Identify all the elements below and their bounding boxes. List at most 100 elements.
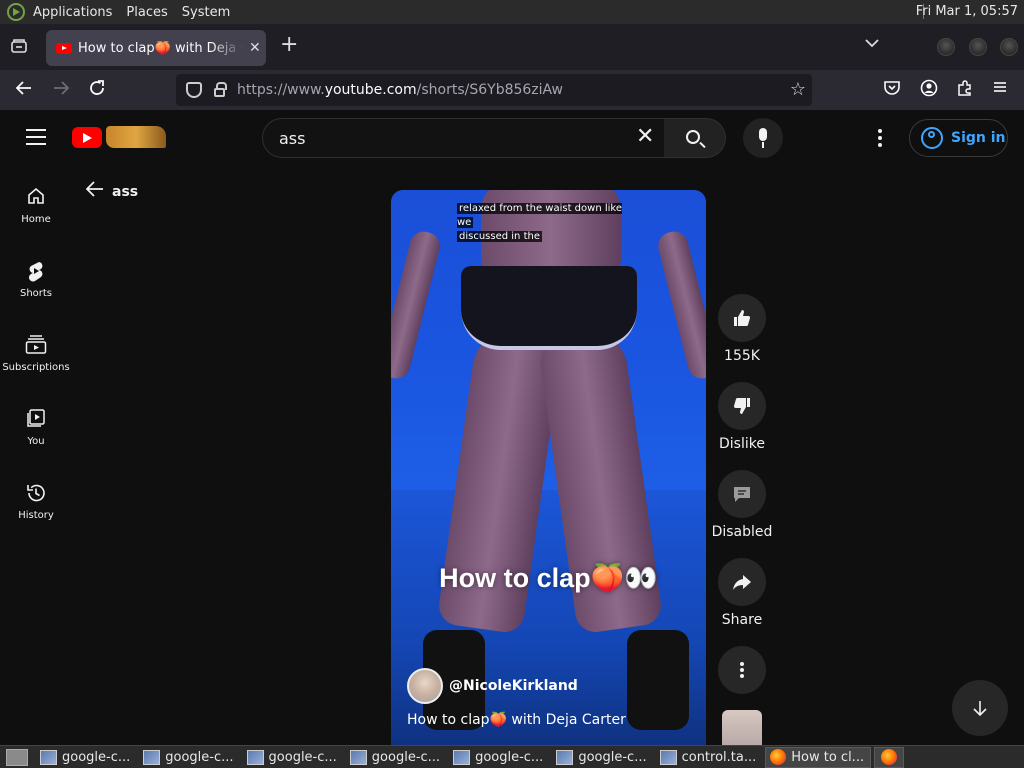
settings-more-icon[interactable] bbox=[878, 129, 882, 147]
site-security-lock-icon[interactable] bbox=[214, 82, 227, 97]
window-icon bbox=[556, 749, 574, 765]
more-vert-icon[interactable] bbox=[718, 646, 766, 694]
channel-link[interactable]: @NicoleKirkland bbox=[407, 668, 578, 704]
active-browser-tab[interactable]: How to clap🍑 with Deja Carter ✕ bbox=[46, 30, 266, 66]
gnome-foot-icon[interactable] bbox=[7, 3, 25, 21]
taskbar-window-button[interactable]: google-c... bbox=[552, 747, 652, 768]
dislike-button[interactable]: Dislike bbox=[718, 382, 766, 452]
close-tab-icon[interactable]: ✕ bbox=[249, 40, 261, 56]
sign-in-label: Sign in bbox=[951, 130, 1006, 146]
guide-item-history[interactable]: History bbox=[0, 482, 72, 521]
extensions-icon[interactable] bbox=[956, 79, 974, 102]
url-bar[interactable]: https://www.youtube.com/shorts/S6Yb856zi… bbox=[176, 74, 812, 106]
more-actions-button[interactable] bbox=[718, 646, 766, 694]
reload-icon[interactable] bbox=[88, 79, 106, 102]
video-figure-shorts bbox=[461, 266, 637, 350]
firefox-icon bbox=[881, 749, 898, 765]
subscriptions-icon bbox=[25, 334, 47, 354]
thumbs-up-icon[interactable] bbox=[718, 294, 766, 342]
new-tab-plus-icon[interactable]: + bbox=[280, 32, 298, 57]
youtube-favicon-icon bbox=[56, 42, 72, 54]
youtube-doodle-logo[interactable] bbox=[106, 126, 166, 148]
share-button[interactable]: Share bbox=[718, 558, 766, 628]
list-all-tabs-chevron-icon[interactable] bbox=[865, 36, 879, 52]
tab-title: How to clap🍑 with Deja Carter bbox=[78, 40, 243, 56]
back-arrow-icon bbox=[85, 181, 104, 202]
share-label: Share bbox=[721, 612, 763, 628]
comments-button[interactable]: Disabled bbox=[712, 470, 772, 540]
video-overlay-title: How to clap🍑👀 bbox=[439, 563, 658, 593]
thumbs-down-icon[interactable] bbox=[718, 382, 766, 430]
taskbar-firefox-launcher[interactable] bbox=[874, 746, 905, 768]
forward-arrow-icon[interactable] bbox=[52, 79, 70, 102]
voice-search-mic-icon[interactable] bbox=[743, 118, 783, 158]
taskbar-window-button-active[interactable]: How to cl... bbox=[765, 746, 872, 768]
short-description[interactable]: How to clap🍑 with Deja Carter bbox=[407, 712, 626, 728]
your-channel-icon bbox=[25, 408, 47, 428]
app-menu-icon[interactable] bbox=[992, 79, 1008, 100]
window-icon bbox=[143, 749, 161, 765]
home-icon bbox=[25, 186, 47, 206]
show-desktop-icon[interactable] bbox=[6, 748, 28, 766]
back-to-search-results[interactable]: ass bbox=[85, 181, 139, 202]
comment-icon[interactable] bbox=[718, 470, 766, 518]
taskbar-window-button[interactable]: google-c... bbox=[449, 747, 549, 768]
dislike-label: Dislike bbox=[719, 436, 765, 452]
next-short-down-arrow-icon[interactable] bbox=[952, 680, 1008, 736]
guide-menu-icon[interactable] bbox=[26, 129, 46, 145]
video-figure-arm bbox=[391, 228, 443, 382]
taskbar-window-button[interactable]: google-c... bbox=[346, 747, 446, 768]
comments-disabled-label: Disabled bbox=[711, 524, 773, 540]
youtube-logo-icon[interactable] bbox=[72, 127, 102, 148]
taskbar-window-button[interactable]: google-c... bbox=[139, 747, 239, 768]
like-count: 155K bbox=[724, 348, 760, 364]
search-icon bbox=[686, 130, 700, 144]
firefox-icon bbox=[770, 749, 787, 765]
window-icon bbox=[659, 749, 677, 765]
system-menu[interactable]: System bbox=[182, 5, 230, 20]
applications-menu[interactable]: Applications bbox=[33, 5, 112, 20]
window-icon bbox=[40, 749, 57, 765]
navigation-toolbar: https://www.youtube.com/shorts/S6Yb856zi… bbox=[0, 70, 1024, 110]
like-button[interactable]: 155K bbox=[718, 294, 766, 364]
pocket-icon[interactable] bbox=[883, 79, 901, 102]
taskbar-window-button[interactable]: google-c... bbox=[243, 747, 343, 768]
account-circle-icon bbox=[921, 127, 943, 149]
video-figure-boot bbox=[627, 630, 689, 730]
account-icon[interactable] bbox=[920, 79, 938, 102]
top-panel: Applications Places System Fri Mar 1, 05… bbox=[0, 0, 1024, 24]
window-icon bbox=[349, 749, 367, 765]
taskbar-window-button[interactable]: control.ta... bbox=[656, 747, 763, 768]
shorts-video-player[interactable]: relaxed from the waist down like we disc… bbox=[391, 190, 706, 746]
minimize-window-icon[interactable] bbox=[937, 38, 955, 56]
tracking-protection-shield-icon[interactable] bbox=[186, 82, 202, 98]
taskbar-window-button[interactable]: google-c... bbox=[36, 747, 136, 768]
sign-in-button[interactable]: Sign in bbox=[909, 119, 1008, 157]
url-text[interactable]: https://www.youtube.com/shorts/S6Yb856zi… bbox=[237, 82, 563, 98]
youtube-masthead: ass ✕ Sign in bbox=[0, 110, 1024, 166]
guide-item-shorts[interactable]: Shorts bbox=[0, 260, 72, 299]
guide-item-home[interactable]: Home bbox=[0, 186, 72, 225]
search-button[interactable] bbox=[664, 118, 726, 158]
bookmark-star-icon[interactable]: ☆ bbox=[790, 79, 806, 100]
closed-caption: relaxed from the waist down like we disc… bbox=[457, 203, 622, 242]
history-icon bbox=[25, 482, 47, 502]
browser-tab-strip: How to clap🍑 with Deja Carter ✕ + bbox=[0, 24, 1024, 70]
clock[interactable]: Fri Mar 1, 05:57 bbox=[916, 4, 1018, 19]
shorts-icon bbox=[25, 260, 47, 282]
clear-search-icon[interactable]: ✕ bbox=[636, 126, 654, 148]
guide-item-subscriptions[interactable]: Subscriptions bbox=[0, 334, 72, 373]
guide-item-you[interactable]: You bbox=[0, 408, 72, 447]
channel-avatar[interactable] bbox=[407, 668, 443, 704]
tab-manager-icon[interactable] bbox=[10, 38, 28, 54]
sound-pivot-thumbnail[interactable] bbox=[722, 710, 762, 746]
search-input[interactable]: ass bbox=[262, 118, 672, 158]
places-menu[interactable]: Places bbox=[126, 5, 167, 20]
maximize-window-icon[interactable] bbox=[969, 38, 987, 56]
share-arrow-icon[interactable] bbox=[718, 558, 766, 606]
channel-name[interactable]: @NicoleKirkland bbox=[449, 678, 578, 694]
close-window-icon[interactable] bbox=[1000, 38, 1018, 56]
back-arrow-icon[interactable] bbox=[15, 79, 33, 102]
search-query-label: ass bbox=[112, 183, 139, 200]
bottom-taskbar: google-c... google-c... google-c... goog… bbox=[0, 745, 1024, 768]
